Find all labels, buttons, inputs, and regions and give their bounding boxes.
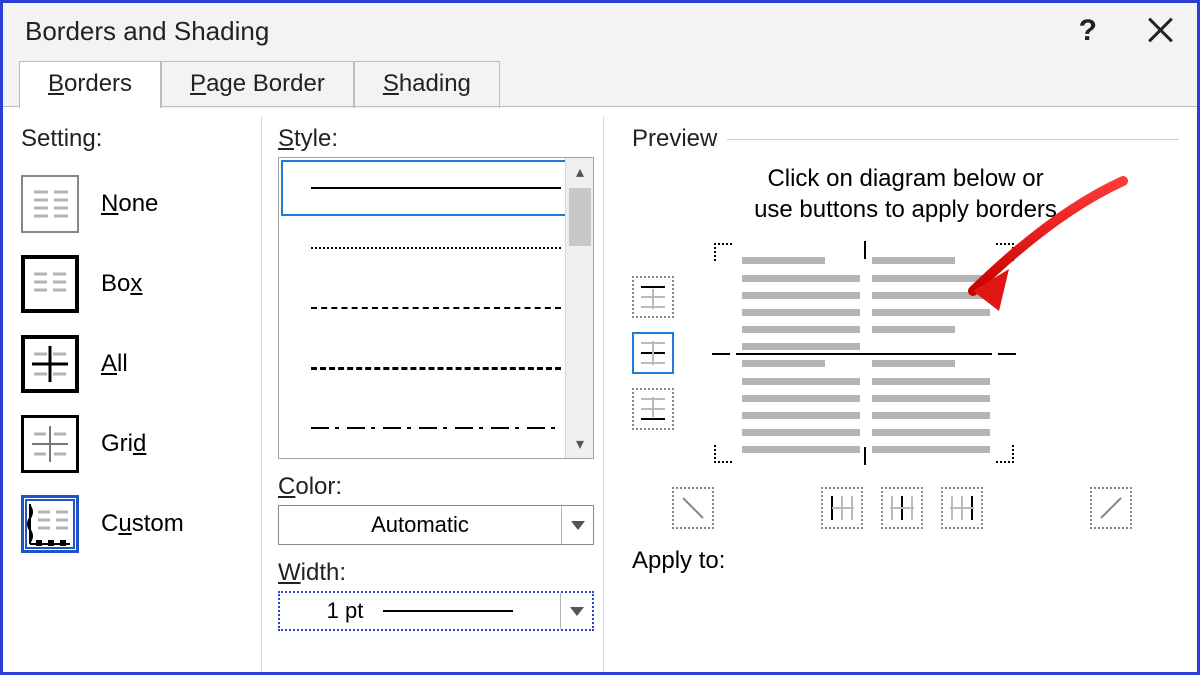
color-dropdown-button[interactable]: [561, 506, 593, 544]
tab-shading[interactable]: Shading: [354, 61, 500, 108]
style-dashed[interactable]: [279, 338, 593, 398]
color-value: Automatic: [279, 512, 561, 538]
scroll-thumb[interactable]: [569, 188, 591, 246]
preview-left-border-button[interactable]: [821, 487, 863, 529]
color-dropdown[interactable]: Automatic: [278, 505, 594, 545]
style-dotted[interactable]: [279, 218, 593, 278]
close-button[interactable]: [1145, 16, 1175, 46]
setting-panel: Setting: None: [21, 117, 261, 672]
preview-diagonal-down-button[interactable]: [672, 487, 714, 529]
custom-icon: [21, 495, 79, 553]
style-solid[interactable]: [279, 158, 593, 218]
preview-border-buttons-vertical: [632, 276, 674, 430]
preview-border-buttons-horizontal: [632, 487, 1132, 529]
preview-horizontal-inside-button[interactable]: [632, 332, 674, 374]
setting-all-label: All: [101, 350, 128, 378]
preview-right-border-button[interactable]: [941, 487, 983, 529]
setting-none-label: None: [101, 190, 158, 218]
tab-strip: Borders Page Border Shading: [3, 59, 1197, 107]
preview-bottom-border-button[interactable]: [632, 388, 674, 430]
preview-top-border-button[interactable]: [632, 276, 674, 318]
chevron-down-icon: [570, 607, 584, 616]
tab-borders[interactable]: Borders: [19, 61, 161, 108]
scroll-up-icon[interactable]: ▴: [566, 158, 594, 186]
setting-none[interactable]: None: [21, 175, 251, 233]
setting-custom-label: Custom: [101, 510, 184, 538]
setting-custom[interactable]: Custom: [21, 495, 251, 553]
color-label: Color:: [278, 473, 595, 501]
titlebar: Borders and Shading ?: [3, 3, 1197, 59]
style-dense-dashed[interactable]: [279, 278, 593, 338]
borders-shading-dialog: Borders and Shading ? Borders Page Borde…: [0, 0, 1200, 675]
width-label: Width:: [278, 559, 595, 587]
width-value: 1 pt: [327, 598, 364, 624]
style-scrollbar[interactable]: ▴ ▾: [565, 158, 593, 458]
width-sample-line: [383, 610, 513, 612]
chevron-down-icon: [571, 521, 585, 530]
preview-hint: Click on diagram below or use buttons to…: [632, 163, 1179, 225]
box-icon: [21, 255, 79, 313]
preview-diagonal-up-button[interactable]: [1090, 487, 1132, 529]
help-button[interactable]: ?: [1079, 14, 1097, 48]
style-dashdot[interactable]: [279, 398, 593, 458]
grid-icon: [21, 415, 79, 473]
setting-box-label: Box: [101, 270, 142, 298]
all-icon: [21, 335, 79, 393]
setting-label: Setting:: [21, 125, 251, 153]
width-dropdown[interactable]: 1 pt: [278, 591, 594, 631]
style-panel: Style: ▴ ▾ Color: Automatic Width:: [261, 117, 603, 672]
preview-vertical-inside-button[interactable]: [881, 487, 923, 529]
dialog-body: Setting: None: [3, 107, 1197, 672]
preview-label: Preview: [632, 125, 1179, 153]
style-label: Style:: [278, 125, 595, 153]
dialog-title: Borders and Shading: [25, 16, 269, 47]
setting-box[interactable]: Box: [21, 255, 251, 313]
style-listbox[interactable]: ▴ ▾: [278, 157, 594, 459]
preview-diagram[interactable]: [714, 243, 1014, 463]
setting-all[interactable]: All: [21, 335, 251, 393]
width-dropdown-button[interactable]: [560, 593, 592, 629]
apply-to-label: Apply to:: [632, 547, 1179, 575]
setting-grid-label: Grid: [101, 430, 146, 458]
tab-page-border[interactable]: Page Border: [161, 61, 354, 108]
none-icon: [21, 175, 79, 233]
preview-panel: Preview Click on diagram below or use bu…: [603, 117, 1179, 672]
scroll-down-icon[interactable]: ▾: [566, 430, 594, 458]
setting-grid[interactable]: Grid: [21, 415, 251, 473]
